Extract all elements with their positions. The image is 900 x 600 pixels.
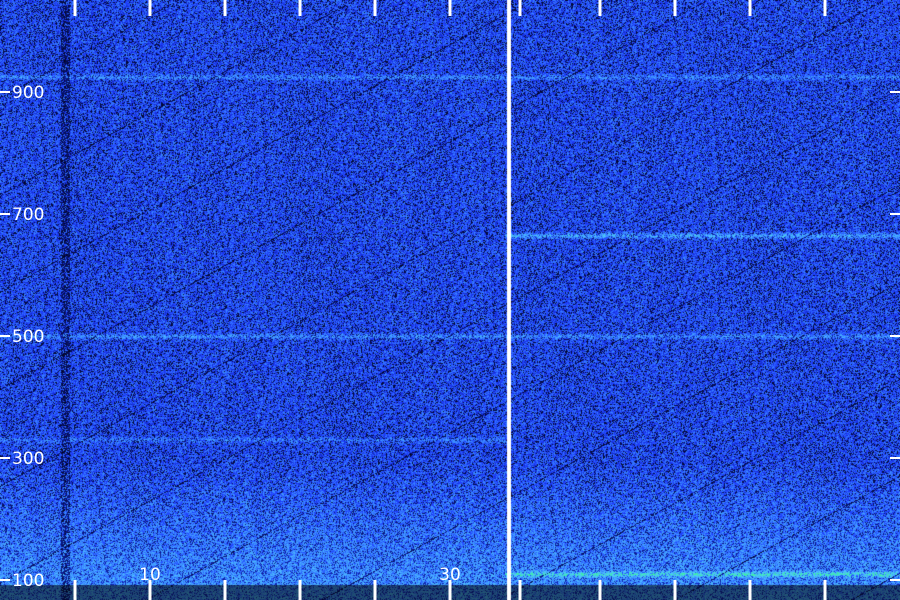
- y-tick-label-700: 700: [12, 205, 44, 225]
- x-tick-label-30: 30: [439, 565, 461, 585]
- chart-axes: 100 300 500 700 900 10 30: [0, 0, 900, 600]
- y-tick-label-300: 300: [12, 449, 44, 469]
- y-tick-label-500: 500: [12, 327, 44, 347]
- x-tick-label-10: 10: [139, 565, 161, 585]
- y-tick-label-100: 100: [12, 571, 44, 591]
- y-tick-label-900: 900: [12, 83, 44, 103]
- spectrogram-chart: 100 300 500 700 900 10 30: [0, 0, 900, 600]
